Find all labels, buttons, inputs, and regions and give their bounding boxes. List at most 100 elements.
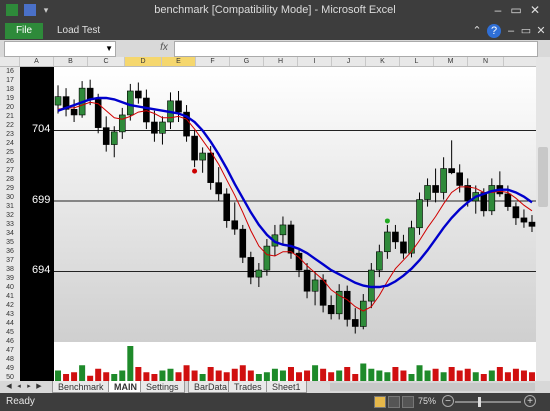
- maximize-icon[interactable]: ▭: [508, 3, 524, 17]
- volume-bar: [223, 372, 230, 381]
- vertical-scrollbar[interactable]: [536, 57, 550, 381]
- sheet-tab[interactable]: MAIN: [108, 381, 143, 393]
- insert-function-button[interactable]: fx: [158, 41, 170, 55]
- workbook-close-icon[interactable]: ✕: [534, 24, 548, 38]
- row-header[interactable]: 37: [0, 256, 20, 265]
- row-header[interactable]: 16: [0, 67, 20, 76]
- row-header[interactable]: 22: [0, 121, 20, 130]
- candle-body: [255, 269, 263, 278]
- row-header[interactable]: 25: [0, 148, 20, 157]
- row-header[interactable]: 47: [0, 346, 20, 355]
- column-header[interactable]: C: [88, 57, 125, 66]
- row-header[interactable]: 40: [0, 283, 20, 292]
- column-header[interactable]: I: [298, 57, 332, 66]
- zoom-out-icon[interactable]: −: [442, 395, 454, 407]
- name-box[interactable]: ▼: [4, 41, 116, 57]
- sheet-tab[interactable]: BarData: [188, 381, 234, 393]
- candle-body: [135, 90, 142, 99]
- row-header[interactable]: 24: [0, 139, 20, 148]
- row-header[interactable]: 48: [0, 355, 20, 364]
- row-header[interactable]: 31: [0, 202, 20, 211]
- volume-bar: [416, 365, 423, 381]
- select-all-corner[interactable]: [0, 57, 20, 66]
- next-sheet-icon[interactable]: ▸: [24, 382, 34, 392]
- column-header[interactable]: G: [230, 57, 264, 66]
- sheet-tab[interactable]: Trades: [228, 381, 268, 393]
- row-header[interactable]: 44: [0, 319, 20, 328]
- volume-bar: [360, 363, 367, 381]
- row-header[interactable]: 39: [0, 274, 20, 283]
- page-layout-view-icon[interactable]: [388, 396, 400, 408]
- volume-bar: [271, 368, 278, 381]
- volume-bar: [424, 370, 431, 381]
- candle-body: [118, 114, 126, 133]
- row-header[interactable]: 21: [0, 112, 20, 121]
- scroll-thumb[interactable]: [538, 147, 548, 207]
- row-header[interactable]: 23: [0, 130, 20, 139]
- last-sheet-icon[interactable]: ▶: [34, 382, 44, 392]
- workbook-restore-icon[interactable]: ▭: [519, 24, 533, 38]
- row-header[interactable]: 30: [0, 193, 20, 202]
- candle-body: [448, 168, 455, 174]
- row-header[interactable]: 29: [0, 184, 20, 193]
- minimize-icon[interactable]: –: [490, 3, 506, 17]
- close-icon[interactable]: ✕: [527, 3, 543, 17]
- column-header[interactable]: D: [125, 57, 162, 66]
- volume-bar: [512, 368, 519, 381]
- row-header[interactable]: 41: [0, 292, 20, 301]
- horizontal-scrollbar[interactable]: [330, 383, 535, 391]
- row-header[interactable]: 38: [0, 265, 20, 274]
- help-icon[interactable]: ?: [487, 24, 501, 38]
- column-header[interactable]: A: [20, 57, 54, 66]
- row-header[interactable]: 35: [0, 238, 20, 247]
- column-header[interactable]: N: [468, 57, 504, 66]
- row-header[interactable]: 34: [0, 229, 20, 238]
- tab-load-test[interactable]: Load Test: [57, 23, 100, 39]
- worksheet-grid[interactable]: ABCDEFGHIJKLMN 16 17 18 19 20 21 22 23 24 25 26 27 2…: [0, 57, 536, 381]
- column-header[interactable]: B: [54, 57, 88, 66]
- workbook-minimize-icon[interactable]: –: [504, 24, 518, 38]
- sheet-tab[interactable]: Benchmark: [52, 381, 110, 393]
- row-header[interactable]: 43: [0, 310, 20, 319]
- column-header[interactable]: E: [162, 57, 196, 66]
- page-break-preview-icon[interactable]: [402, 396, 414, 408]
- status-ready: Ready: [6, 396, 35, 407]
- first-sheet-icon[interactable]: ◀: [4, 382, 14, 392]
- signal-marker: [384, 218, 390, 224]
- column-header[interactable]: K: [366, 57, 400, 66]
- normal-view-icon[interactable]: [374, 396, 386, 408]
- column-header[interactable]: F: [196, 57, 230, 66]
- row-header[interactable]: 33: [0, 220, 20, 229]
- column-header[interactable]: L: [400, 57, 434, 66]
- row-header[interactable]: 19: [0, 94, 20, 103]
- name-box-dropdown-icon[interactable]: ▼: [105, 42, 113, 56]
- row-header[interactable]: 27: [0, 166, 20, 175]
- file-tab[interactable]: File: [5, 23, 43, 39]
- row-header[interactable]: 49: [0, 364, 20, 373]
- column-header[interactable]: M: [434, 57, 468, 66]
- sheet-tab[interactable]: Settings: [140, 381, 185, 393]
- row-header[interactable]: 50: [0, 373, 20, 381]
- sheet-tab[interactable]: Sheet1: [266, 381, 307, 393]
- column-header[interactable]: J: [332, 57, 366, 66]
- row-header[interactable]: 18: [0, 85, 20, 94]
- row-header[interactable]: 36: [0, 247, 20, 256]
- row-header[interactable]: 17: [0, 76, 20, 85]
- formula-input[interactable]: [174, 41, 538, 57]
- row-header[interactable]: 42: [0, 301, 20, 310]
- row-header[interactable]: 32: [0, 211, 20, 220]
- row-header[interactable]: 20: [0, 103, 20, 112]
- zoom-slider[interactable]: [455, 401, 521, 403]
- zoom-slider-thumb[interactable]: [478, 397, 481, 407]
- column-header[interactable]: H: [264, 57, 298, 66]
- row-header[interactable]: 26: [0, 157, 20, 166]
- candle-body: [247, 257, 255, 278]
- row-header[interactable]: 46: [0, 337, 20, 346]
- volume-bar: [95, 368, 102, 381]
- prev-sheet-icon[interactable]: ◂: [14, 382, 24, 392]
- expand-ribbon-icon[interactable]: ⌃: [470, 24, 484, 38]
- zoom-level[interactable]: 75%: [418, 396, 436, 406]
- zoom-in-icon[interactable]: +: [524, 395, 536, 407]
- row-header[interactable]: 28: [0, 175, 20, 184]
- row-header[interactable]: 45: [0, 328, 20, 337]
